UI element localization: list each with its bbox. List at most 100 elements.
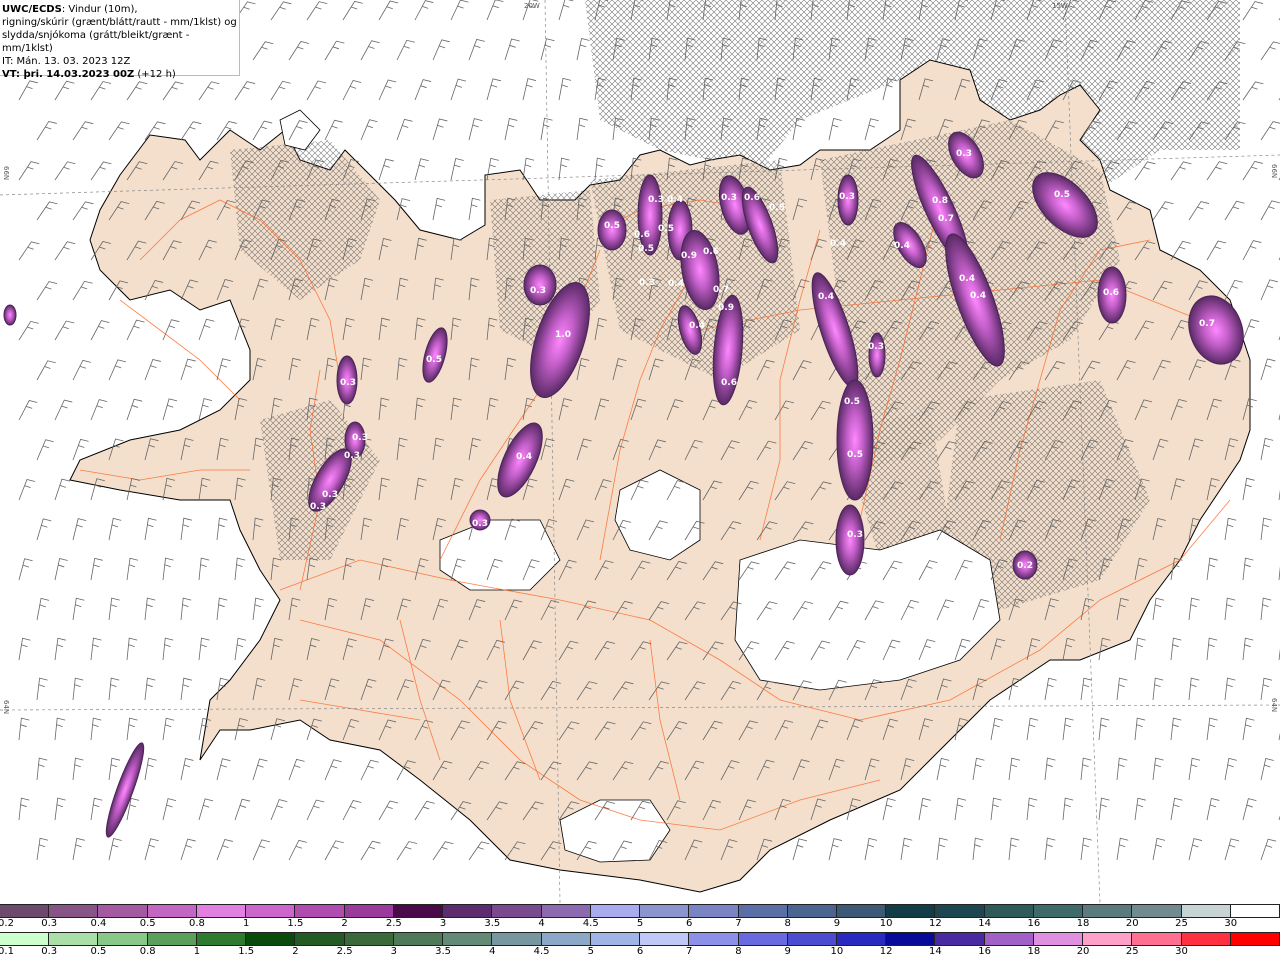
rain-legend-swatch bbox=[49, 932, 99, 946]
product-code: UWC/ECDS bbox=[2, 4, 62, 15]
snow-legend-labels: 0.2 0.3 0.4 0.5 0.8 1 1.5 2 2.5 3 3.5 4 4.5 5 6 7 8 9 10 12… bbox=[0, 918, 1280, 930]
snow-legend-label: 2 bbox=[341, 918, 348, 929]
snow-legend-swatch bbox=[689, 904, 739, 918]
precipitation-value-label: 0.5 bbox=[604, 221, 620, 231]
snow-desc: slydda/snjókoma (grátt/bleikt/grænt - mm… bbox=[2, 30, 190, 54]
init-time: IT: Mán. 13. 03. 2023 12Z bbox=[2, 56, 131, 67]
precipitation-blob bbox=[637, 174, 663, 256]
snow-legend-swatch bbox=[492, 904, 542, 918]
rain-legend-swatch bbox=[689, 932, 739, 946]
rain-legend-swatch bbox=[935, 932, 985, 946]
snow-legend-label: 0.4 bbox=[90, 918, 107, 929]
rain-legend-label: 0.5 bbox=[90, 946, 107, 957]
rain-legend-label: 9 bbox=[784, 946, 791, 957]
rain-legend-swatch bbox=[590, 932, 641, 946]
rain-legend-swatch bbox=[246, 932, 296, 946]
precipitation-value-label: 0.6 bbox=[703, 247, 719, 257]
precipitation-value-label: 0.3 bbox=[322, 490, 338, 500]
snow-legend-swatch bbox=[836, 904, 887, 918]
precipitation-value-label: 0.2 bbox=[1017, 561, 1033, 571]
snow-legend-swatch bbox=[1230, 904, 1280, 918]
rain-legend-label: 10 bbox=[830, 946, 844, 957]
rain-legend-swatch bbox=[393, 932, 444, 946]
rain-legend-swatch bbox=[640, 932, 690, 946]
snow-legend-label: 10 bbox=[879, 918, 893, 929]
precipitation-value-label: 0.5 bbox=[769, 203, 785, 213]
rain-legend-label: 3.5 bbox=[435, 946, 452, 957]
snow-legend-swatch bbox=[590, 904, 641, 918]
rain-legend-swatch bbox=[886, 932, 936, 946]
snow-legend-label: 18 bbox=[1076, 918, 1090, 929]
precipitation-value-label: 0.6 bbox=[1103, 288, 1119, 298]
snow-legend-label: 1.5 bbox=[287, 918, 304, 929]
snow-legend-label: 4.5 bbox=[582, 918, 599, 929]
precipitation-blob bbox=[868, 332, 886, 378]
rain-legend-swatch bbox=[1033, 932, 1084, 946]
coord-top-20w: 20W bbox=[524, 2, 540, 10]
precipitation-value-label: 0.9 bbox=[681, 251, 697, 261]
rain-legend-swatch bbox=[492, 932, 542, 946]
coord-right-64n: 64N bbox=[1270, 698, 1278, 713]
snow-legend-label: 0.3 bbox=[41, 918, 58, 929]
precipitation-value-label: 0.3 bbox=[721, 193, 737, 203]
map-info-box: UWC/ECDS: Vindur (10m), rigning/skúrir (… bbox=[0, 0, 240, 80]
snow-legend-swatch bbox=[295, 904, 345, 918]
snow-legend-label: 9 bbox=[833, 918, 841, 929]
precipitation-value-label: 0.3 bbox=[310, 502, 326, 512]
snow-legend-swatch bbox=[935, 904, 985, 918]
precipitation-value-label: 0.4 bbox=[818, 292, 834, 302]
rain-legend-label: 0.3 bbox=[41, 946, 58, 957]
snow-legend-label: 20 bbox=[1125, 918, 1139, 929]
snow-legend-swatch bbox=[344, 904, 394, 918]
precipitation-value-label: 0.6 bbox=[721, 378, 737, 388]
snow-legend-label: 25 bbox=[1175, 918, 1188, 929]
precipitation-value-label: 0.4 bbox=[830, 239, 846, 249]
rain-legend-swatch bbox=[344, 932, 394, 946]
rain-legend-label: 2 bbox=[292, 946, 299, 957]
snow-legend-swatch bbox=[1132, 904, 1182, 918]
coord-left-66n: 66N bbox=[2, 166, 10, 181]
precipitation-value-label: 0.4 bbox=[516, 452, 532, 462]
snow-legend-swatch bbox=[49, 904, 99, 918]
valid-time: VT: þri. 14.03.2023 00Z bbox=[2, 69, 135, 80]
precipitation-value-label: 0.5 bbox=[844, 397, 860, 407]
snow-legend-swatch bbox=[147, 904, 197, 918]
precipitation-value-label: 0.3 bbox=[472, 519, 488, 529]
precipitation-value-label: 0.8 bbox=[932, 196, 948, 206]
snow-legend-label: 12 bbox=[929, 918, 942, 929]
product-desc: : Vindur (10m), bbox=[61, 4, 138, 15]
snow-legend-label: 3 bbox=[439, 918, 447, 929]
precipitation-value-label: 0.5 bbox=[1054, 190, 1070, 200]
precipitation-value-label: 0.4 bbox=[668, 279, 684, 289]
precipitation-value-label: 0.6 bbox=[744, 193, 760, 203]
snow-legend-swatch bbox=[886, 904, 936, 918]
rain-legend-label: 6 bbox=[636, 946, 644, 957]
precipitation-value-label: 0.3 bbox=[868, 342, 884, 352]
rain-legend-label: 18 bbox=[1027, 946, 1041, 957]
rain-legend-label: 4 bbox=[489, 946, 496, 957]
snow-legend-label: 8 bbox=[784, 918, 791, 929]
snow-legend-label: 6 bbox=[686, 918, 693, 929]
rain-legend-label: 3 bbox=[390, 946, 398, 957]
rain-legend-labels: 0.1 0.3 0.5 0.8 1 1.5 2 2.5 3 3.5 4 4.5 5 6 7 8 9 10 12 14 1… bbox=[0, 946, 1280, 958]
rain-desc: rigning/skúrir (grænt/blátt/rautt - mm/1… bbox=[2, 17, 237, 28]
snow-legend-swatch bbox=[246, 904, 296, 918]
rain-legend-label: 5 bbox=[587, 946, 594, 957]
rain-legend-label: 0.8 bbox=[139, 946, 156, 957]
snow-legend-label: 16 bbox=[1027, 918, 1041, 929]
rain-legend-label: 16 bbox=[978, 946, 991, 957]
rain-legend-label: 25 bbox=[1125, 946, 1139, 957]
snow-legend-label: 1 bbox=[242, 918, 250, 929]
snow-legend-swatch bbox=[984, 904, 1034, 918]
rain-legend-label: 1.5 bbox=[238, 946, 255, 957]
precipitation-blob bbox=[523, 264, 557, 306]
precipitation-blob bbox=[835, 504, 865, 576]
rain-legend-label: 8 bbox=[735, 946, 742, 957]
coord-top-15w: 15W bbox=[1052, 2, 1068, 10]
snow-legend-label: 5 bbox=[636, 918, 644, 929]
precipitation-value-label: 0.3 bbox=[344, 451, 360, 461]
snow-legend-swatch bbox=[640, 904, 690, 918]
coord-left-64n: 64N bbox=[2, 700, 10, 715]
snow-legend-swatch bbox=[0, 904, 50, 918]
precipitation-value-label: 0.5 bbox=[638, 244, 654, 254]
